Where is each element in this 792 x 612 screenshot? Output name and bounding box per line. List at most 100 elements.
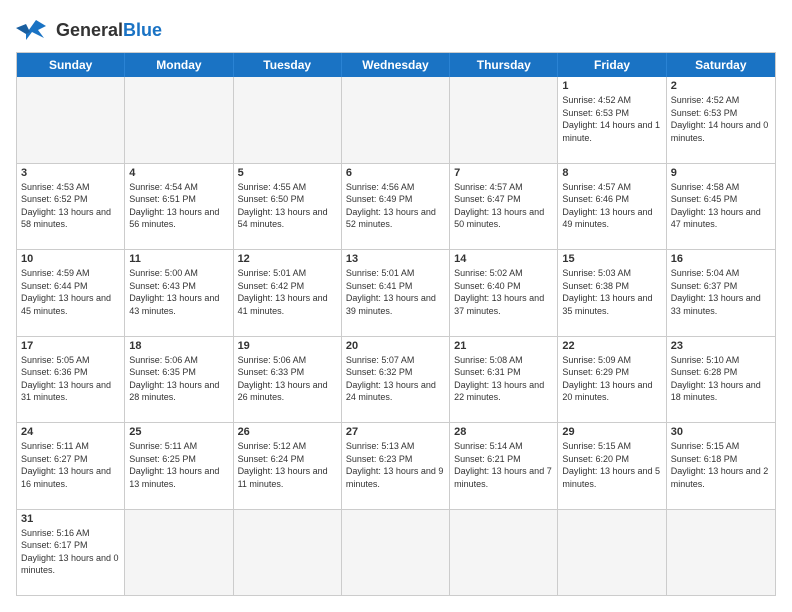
calendar-cell: 6 Sunrise: 4:56 AM Sunset: 6:49 PM Daylig… bbox=[342, 164, 450, 250]
header-day-sunday: Sunday bbox=[17, 53, 125, 77]
cell-info: Sunrise: 5:07 AM Sunset: 6:32 PM Dayligh… bbox=[346, 354, 445, 404]
day-number: 4 bbox=[129, 167, 228, 179]
calendar-cell: 15 Sunrise: 5:03 AM Sunset: 6:38 PM Dayli… bbox=[558, 250, 666, 336]
calendar-cell: 2Sunrise: 4:52 AM Sunset: 6:53 PM Daylig… bbox=[667, 77, 775, 163]
cell-info: Sunrise: 5:13 AM Sunset: 6:23 PM Dayligh… bbox=[346, 440, 445, 490]
day-number: 11 bbox=[129, 253, 228, 265]
calendar-cell: 5Sunrise: 4:55 AM Sunset: 6:50 PM Daylig… bbox=[234, 164, 342, 250]
cell-info: Sunrise: 4:58 AM Sunset: 6:45 PM Dayligh… bbox=[671, 181, 771, 231]
header-day-friday: Friday bbox=[558, 53, 666, 77]
calendar-cell: 9Sunrise: 4:58 AM Sunset: 6:45 PM Daylig… bbox=[667, 164, 775, 250]
cell-info: Sunrise: 5:16 AM Sunset: 6:17 PM Dayligh… bbox=[21, 527, 120, 577]
calendar-row-1: 3 Sunrise: 4:53 AM Sunset: 6:52 PM Daylig… bbox=[17, 163, 775, 250]
calendar-row-2: 10Sunrise: 4:59 AM Sunset: 6:44 PM Dayli… bbox=[17, 249, 775, 336]
day-number: 8 bbox=[562, 167, 661, 179]
cell-info: Sunrise: 5:06 AM Sunset: 6:35 PM Dayligh… bbox=[129, 354, 228, 404]
calendar-cell: 12 Sunrise: 5:01 AM Sunset: 6:42 PM Dayli… bbox=[234, 250, 342, 336]
day-number: 26 bbox=[238, 426, 337, 438]
cell-info: Sunrise: 4:53 AM Sunset: 6:52 PM Dayligh… bbox=[21, 181, 120, 231]
day-number: 6 bbox=[346, 167, 445, 179]
calendar-cell: 19Sunrise: 5:06 AM Sunset: 6:33 PM Dayli… bbox=[234, 337, 342, 423]
calendar-cell: 14Sunrise: 5:02 AM Sunset: 6:40 PM Dayli… bbox=[450, 250, 558, 336]
cell-info: Sunrise: 5:15 AM Sunset: 6:18 PM Dayligh… bbox=[671, 440, 771, 490]
cell-info: Sunrise: 5:15 AM Sunset: 6:20 PM Dayligh… bbox=[562, 440, 661, 490]
calendar-cell: 1 Sunrise: 4:52 AM Sunset: 6:53 PM Daylig… bbox=[558, 77, 666, 163]
day-number: 21 bbox=[454, 340, 553, 352]
calendar-header: SundayMondayTuesdayWednesdayThursdayFrid… bbox=[17, 53, 775, 77]
day-number: 1 bbox=[562, 80, 661, 92]
calendar-cell: 21 Sunrise: 5:08 AM Sunset: 6:31 PM Dayli… bbox=[450, 337, 558, 423]
calendar-cell: 3 Sunrise: 4:53 AM Sunset: 6:52 PM Daylig… bbox=[17, 164, 125, 250]
day-number: 12 bbox=[238, 253, 337, 265]
day-number: 15 bbox=[562, 253, 661, 265]
cell-info: Sunrise: 5:12 AM Sunset: 6:24 PM Dayligh… bbox=[238, 440, 337, 490]
day-number: 16 bbox=[671, 253, 771, 265]
day-number: 18 bbox=[129, 340, 228, 352]
calendar-cell: 17 Sunrise: 5:05 AM Sunset: 6:36 PM Dayli… bbox=[17, 337, 125, 423]
cell-info: Sunrise: 5:08 AM Sunset: 6:31 PM Dayligh… bbox=[454, 354, 553, 404]
cell-info: Sunrise: 5:05 AM Sunset: 6:36 PM Dayligh… bbox=[21, 354, 120, 404]
day-number: 27 bbox=[346, 426, 445, 438]
calendar-cell bbox=[667, 510, 775, 596]
cell-info: Sunrise: 5:01 AM Sunset: 6:42 PM Dayligh… bbox=[238, 267, 337, 317]
logo-icon bbox=[16, 16, 52, 44]
calendar-cell bbox=[125, 77, 233, 163]
day-number: 25 bbox=[129, 426, 228, 438]
day-number: 20 bbox=[346, 340, 445, 352]
calendar-cell bbox=[125, 510, 233, 596]
calendar-cell bbox=[234, 77, 342, 163]
cell-info: Sunrise: 4:57 AM Sunset: 6:46 PM Dayligh… bbox=[562, 181, 661, 231]
calendar-row-3: 17 Sunrise: 5:05 AM Sunset: 6:36 PM Dayli… bbox=[17, 336, 775, 423]
day-number: 28 bbox=[454, 426, 553, 438]
day-number: 2 bbox=[671, 80, 771, 92]
day-number: 3 bbox=[21, 167, 120, 179]
day-number: 14 bbox=[454, 253, 553, 265]
calendar-body: 1 Sunrise: 4:52 AM Sunset: 6:53 PM Daylig… bbox=[17, 77, 775, 595]
cell-info: Sunrise: 4:59 AM Sunset: 6:44 PM Dayligh… bbox=[21, 267, 120, 317]
calendar-cell: 25 Sunrise: 5:11 AM Sunset: 6:25 PM Dayli… bbox=[125, 423, 233, 509]
calendar-cell: 30 Sunrise: 5:15 AM Sunset: 6:18 PM Dayli… bbox=[667, 423, 775, 509]
cell-info: Sunrise: 5:06 AM Sunset: 6:33 PM Dayligh… bbox=[238, 354, 337, 404]
cell-info: Sunrise: 4:52 AM Sunset: 6:53 PM Dayligh… bbox=[562, 94, 661, 144]
header-day-tuesday: Tuesday bbox=[234, 53, 342, 77]
calendar-cell bbox=[450, 510, 558, 596]
header-day-monday: Monday bbox=[125, 53, 233, 77]
calendar-cell: 11 Sunrise: 5:00 AM Sunset: 6:43 PM Dayli… bbox=[125, 250, 233, 336]
cell-info: Sunrise: 5:09 AM Sunset: 6:29 PM Dayligh… bbox=[562, 354, 661, 404]
calendar-cell: 4 Sunrise: 4:54 AM Sunset: 6:51 PM Daylig… bbox=[125, 164, 233, 250]
calendar-cell: 8 Sunrise: 4:57 AM Sunset: 6:46 PM Daylig… bbox=[558, 164, 666, 250]
header-day-saturday: Saturday bbox=[667, 53, 775, 77]
calendar-cell: 31 Sunrise: 5:16 AM Sunset: 6:17 PM Dayli… bbox=[17, 510, 125, 596]
calendar-cell bbox=[17, 77, 125, 163]
calendar: SundayMondayTuesdayWednesdayThursdayFrid… bbox=[16, 52, 776, 596]
calendar-cell: 10Sunrise: 4:59 AM Sunset: 6:44 PM Dayli… bbox=[17, 250, 125, 336]
day-number: 31 bbox=[21, 513, 120, 525]
cell-info: Sunrise: 5:00 AM Sunset: 6:43 PM Dayligh… bbox=[129, 267, 228, 317]
calendar-cell: 7Sunrise: 4:57 AM Sunset: 6:47 PM Daylig… bbox=[450, 164, 558, 250]
day-number: 7 bbox=[454, 167, 553, 179]
day-number: 30 bbox=[671, 426, 771, 438]
cell-info: Sunrise: 5:11 AM Sunset: 6:27 PM Dayligh… bbox=[21, 440, 120, 490]
header-day-wednesday: Wednesday bbox=[342, 53, 450, 77]
day-number: 17 bbox=[21, 340, 120, 352]
day-number: 13 bbox=[346, 253, 445, 265]
calendar-cell bbox=[342, 77, 450, 163]
day-number: 24 bbox=[21, 426, 120, 438]
cell-info: Sunrise: 5:03 AM Sunset: 6:38 PM Dayligh… bbox=[562, 267, 661, 317]
cell-info: Sunrise: 5:11 AM Sunset: 6:25 PM Dayligh… bbox=[129, 440, 228, 490]
calendar-row-5: 31 Sunrise: 5:16 AM Sunset: 6:17 PM Dayli… bbox=[17, 509, 775, 596]
calendar-row-0: 1 Sunrise: 4:52 AM Sunset: 6:53 PM Daylig… bbox=[17, 77, 775, 163]
calendar-cell bbox=[234, 510, 342, 596]
day-number: 29 bbox=[562, 426, 661, 438]
calendar-cell: 24 Sunrise: 5:11 AM Sunset: 6:27 PM Dayli… bbox=[17, 423, 125, 509]
cell-info: Sunrise: 5:14 AM Sunset: 6:21 PM Dayligh… bbox=[454, 440, 553, 490]
cell-info: Sunrise: 4:54 AM Sunset: 6:51 PM Dayligh… bbox=[129, 181, 228, 231]
day-number: 23 bbox=[671, 340, 771, 352]
cell-info: Sunrise: 4:55 AM Sunset: 6:50 PM Dayligh… bbox=[238, 181, 337, 231]
cell-info: Sunrise: 4:56 AM Sunset: 6:49 PM Dayligh… bbox=[346, 181, 445, 231]
logo: GeneralBlue bbox=[16, 16, 162, 44]
calendar-cell: 27 Sunrise: 5:13 AM Sunset: 6:23 PM Dayli… bbox=[342, 423, 450, 509]
calendar-cell bbox=[450, 77, 558, 163]
calendar-cell: 20 Sunrise: 5:07 AM Sunset: 6:32 PM Dayli… bbox=[342, 337, 450, 423]
page: GeneralBlue SundayMondayTuesdayWednesday… bbox=[0, 0, 792, 612]
